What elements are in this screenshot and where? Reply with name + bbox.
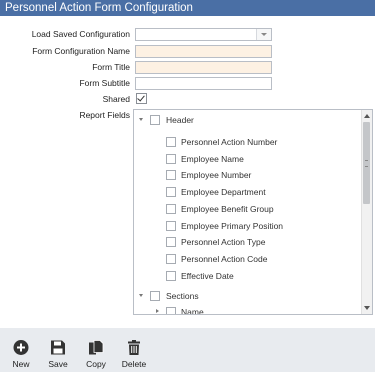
tree-group-label: Sections [166, 291, 199, 301]
form-configuration-name-label: Form Configuration Name [32, 46, 130, 56]
plus-circle-icon [13, 340, 29, 355]
load-saved-configuration-label: Load Saved Configuration [31, 29, 130, 39]
tree-group-header[interactable]: Header [134, 114, 359, 126]
report-fields-label: Report Fields [79, 110, 130, 120]
load-saved-configuration-select[interactable] [135, 28, 272, 41]
tree-item-label: Effective Date [181, 271, 234, 281]
save-label: Save [48, 359, 68, 369]
tree-checkbox[interactable] [166, 271, 176, 281]
expand-arrow-icon[interactable] [139, 118, 143, 121]
form-title-label: Form Title [92, 62, 130, 72]
form-configuration-name-input[interactable] [135, 45, 272, 58]
shared-checkbox[interactable] [136, 93, 147, 104]
configuration-panel: Load Saved Configuration Form Configurat… [0, 16, 375, 328]
tree-checkbox[interactable] [166, 254, 176, 264]
trash-can-icon [128, 340, 140, 355]
form-title-input[interactable] [135, 61, 272, 74]
report-fields-tree[interactable]: Header Personnel Action Number Employee … [133, 109, 373, 315]
tree-item[interactable]: Employee Department [134, 186, 359, 198]
tree-item-label: Employee Benefit Group [181, 204, 274, 214]
tree-item[interactable]: Personnel Action Type [134, 236, 359, 248]
expand-arrow-icon[interactable] [139, 294, 143, 297]
collapse-arrow-icon[interactable] [156, 309, 159, 313]
tree-checkbox[interactable] [166, 204, 176, 214]
delete-button[interactable]: Delete [116, 339, 152, 371]
tree-item-label: Personnel Action Number [181, 137, 278, 147]
tree-item-label: Employee Name [181, 154, 244, 164]
tree-checkbox[interactable] [166, 154, 176, 164]
new-button[interactable]: New [3, 339, 39, 371]
tree-checkbox[interactable] [166, 237, 176, 247]
copy-button[interactable]: Copy [78, 339, 114, 371]
form-subtitle-label: Form Subtitle [79, 78, 130, 88]
tree-item[interactable]: Effective Date [134, 270, 359, 282]
tree-checkbox[interactable] [150, 115, 160, 125]
window-title: Personnel Action Form Configuration [0, 0, 375, 16]
tree-checkbox[interactable] [150, 291, 160, 301]
shared-label: Shared [102, 94, 130, 104]
scroll-thumb[interactable] [363, 122, 370, 204]
tree-scrollbar[interactable] [361, 110, 372, 314]
scroll-down-icon[interactable] [364, 306, 370, 310]
tree-checkbox[interactable] [166, 221, 176, 231]
tree-item[interactable]: Employee Name [134, 153, 359, 165]
chevron-down-icon[interactable] [256, 29, 271, 40]
delete-label: Delete [121, 359, 147, 369]
tree-item[interactable]: Employee Benefit Group [134, 203, 359, 215]
copy-label: Copy [86, 359, 106, 369]
scroll-up-icon[interactable] [364, 114, 370, 118]
tree-group-label: Header [166, 115, 194, 125]
tree-item-label: Employee Department [181, 187, 266, 197]
save-button[interactable]: Save [40, 339, 76, 371]
new-label: New [12, 359, 30, 369]
tree-checkbox[interactable] [166, 170, 176, 180]
floppy-disk-icon [51, 340, 65, 355]
tree-item[interactable]: Employee Primary Position [134, 220, 359, 232]
tree-item-label: Personnel Action Type [181, 237, 266, 247]
tree-item-label: Employee Number [181, 170, 252, 180]
tree-checkbox[interactable] [166, 187, 176, 197]
tree-item-label: Personnel Action Code [181, 254, 268, 264]
tree-item[interactable]: Personnel Action Number [134, 136, 359, 148]
tree-checkbox[interactable] [166, 137, 176, 147]
copy-documents-icon [89, 340, 104, 355]
tree-checkbox[interactable] [166, 307, 176, 314]
tree-item[interactable]: Name [134, 306, 359, 315]
form-subtitle-input[interactable] [135, 77, 272, 90]
tree-item[interactable]: Employee Number [134, 169, 359, 181]
tree-item-label: Name [181, 307, 204, 315]
tree-item-label: Employee Primary Position [181, 221, 284, 231]
tree-group-sections[interactable]: Sections [134, 290, 359, 302]
tree-item[interactable]: Personnel Action Code [134, 253, 359, 265]
